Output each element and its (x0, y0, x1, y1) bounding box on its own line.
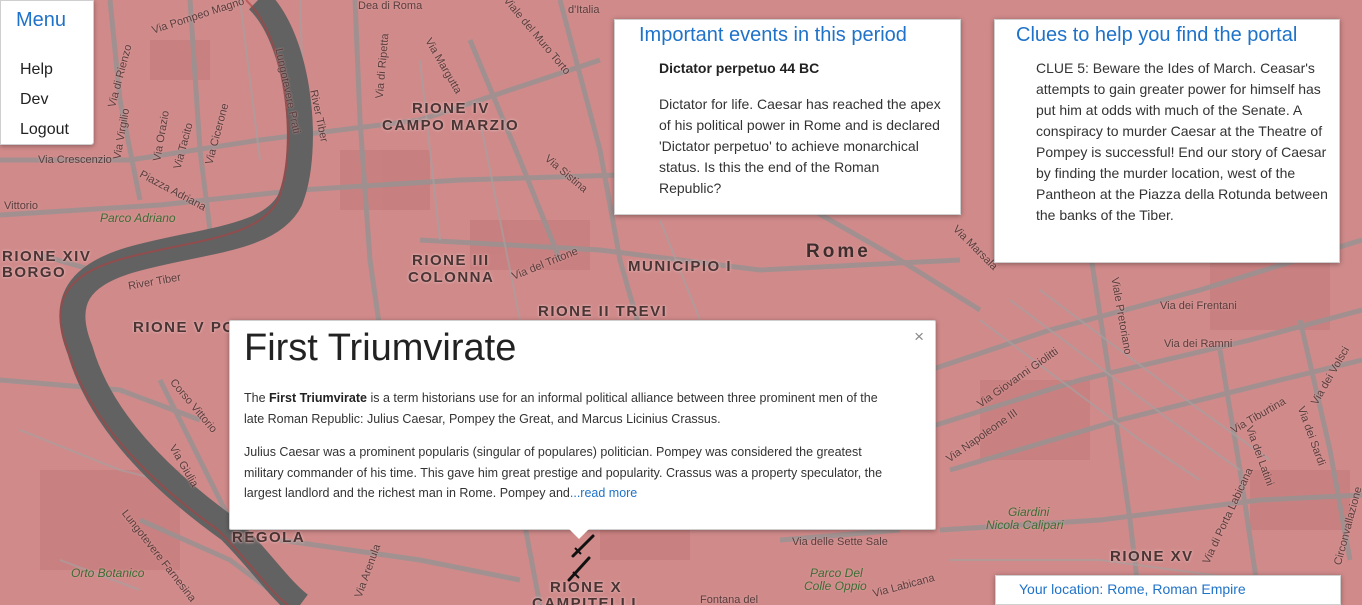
menu-item-dev[interactable]: Dev (20, 91, 48, 109)
menu-item-logout[interactable]: Logout (20, 121, 69, 139)
popup-pointer (569, 529, 589, 539)
clues-panel: Clues to help you find the portal CLUE 5… (994, 19, 1340, 263)
popup-p1-prefix: The (244, 391, 270, 405)
popup-p2-text: Julius Caesar was a prominent popularis … (244, 445, 883, 500)
events-body: Dictator for life. Caesar has reached th… (659, 96, 941, 196)
events-subtitle: Dictator perpetuo 44 BC (659, 60, 820, 76)
menu-title[interactable]: Menu (16, 9, 66, 32)
clues-title: Clues to help you find the portal (1016, 24, 1298, 46)
menu-panel: Menu Help Dev Logout (0, 0, 94, 145)
menu-item-help[interactable]: Help (20, 61, 53, 79)
popup-paragraph-2: Julius Caesar was a prominent popularis … (244, 442, 894, 504)
popup-paragraph-1: The First Triumvirate is a term historia… (244, 388, 894, 429)
location-panel: Your location: Rome, Roman Empire (995, 575, 1341, 605)
events-panel: Important events in this period Dictator… (614, 19, 961, 215)
events-title: Important events in this period (639, 24, 907, 46)
popup-title: First Triumvirate (244, 327, 517, 369)
close-icon[interactable]: × (914, 327, 924, 347)
read-more-link[interactable]: ...read more (570, 486, 637, 500)
clues-body: CLUE 5: Beware the Ides of March. Ceasar… (1036, 60, 1328, 223)
info-popup: First Triumvirate × The First Triumvirat… (229, 320, 936, 539)
location-text: Your location: Rome, Roman Empire (1019, 581, 1246, 597)
popup-p1-bold: First Triumvirate (269, 391, 367, 405)
